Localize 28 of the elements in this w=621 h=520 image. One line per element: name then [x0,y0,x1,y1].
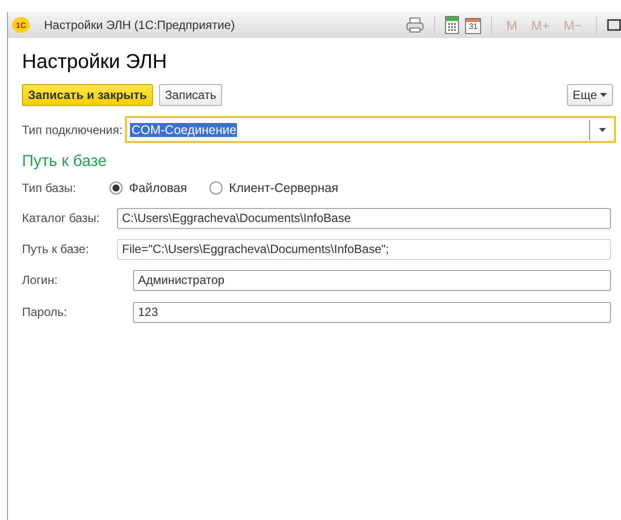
radio-button[interactable] [209,181,224,195]
calendar-icon[interactable]: 31 [465,16,482,34]
radio-option[interactable]: Файловая [109,181,188,195]
field-label: Путь к базе: [22,242,90,256]
connection-type-dropdown[interactable]: COM-Соединение [125,116,616,143]
input-field[interactable]: Администратор [133,270,611,290]
save-button[interactable]: Записать и закрыть [22,84,153,106]
field-label: Пароль: [22,305,68,319]
field-label: Каталог базы: [22,211,101,225]
input-field[interactable]: File="C:\Users\Eggracheva\Documents\InfoBase"; [117,238,611,260]
maximize-icon[interactable] [607,19,621,31]
printer-icon[interactable] [406,17,424,33]
field-label: Тип базы: [22,181,77,195]
more-button[interactable]: Еще [566,84,613,106]
section-title: Путь к базе [22,153,108,171]
radio-option[interactable]: Клиент-Серверная [209,181,338,195]
save-button[interactable]: Записать [158,84,222,106]
input-field[interactable]: 123 [133,302,611,322]
field-label: Логин: [22,273,59,287]
field-label: Тип подключения: [22,122,122,136]
radio-button[interactable] [109,181,123,195]
window-title: Настройки ЭЛН (1С:Предприятие) [44,18,236,32]
caret-icon [600,93,607,97]
input-field[interactable]: C:\Users\Eggracheva\Documents\InfoBase [117,208,611,228]
form-title: Настройки ЭЛН [22,51,168,74]
app-logo: 1С [12,17,30,33]
caret-icon [598,128,606,132]
calculator-icon[interactable] [445,16,460,34]
